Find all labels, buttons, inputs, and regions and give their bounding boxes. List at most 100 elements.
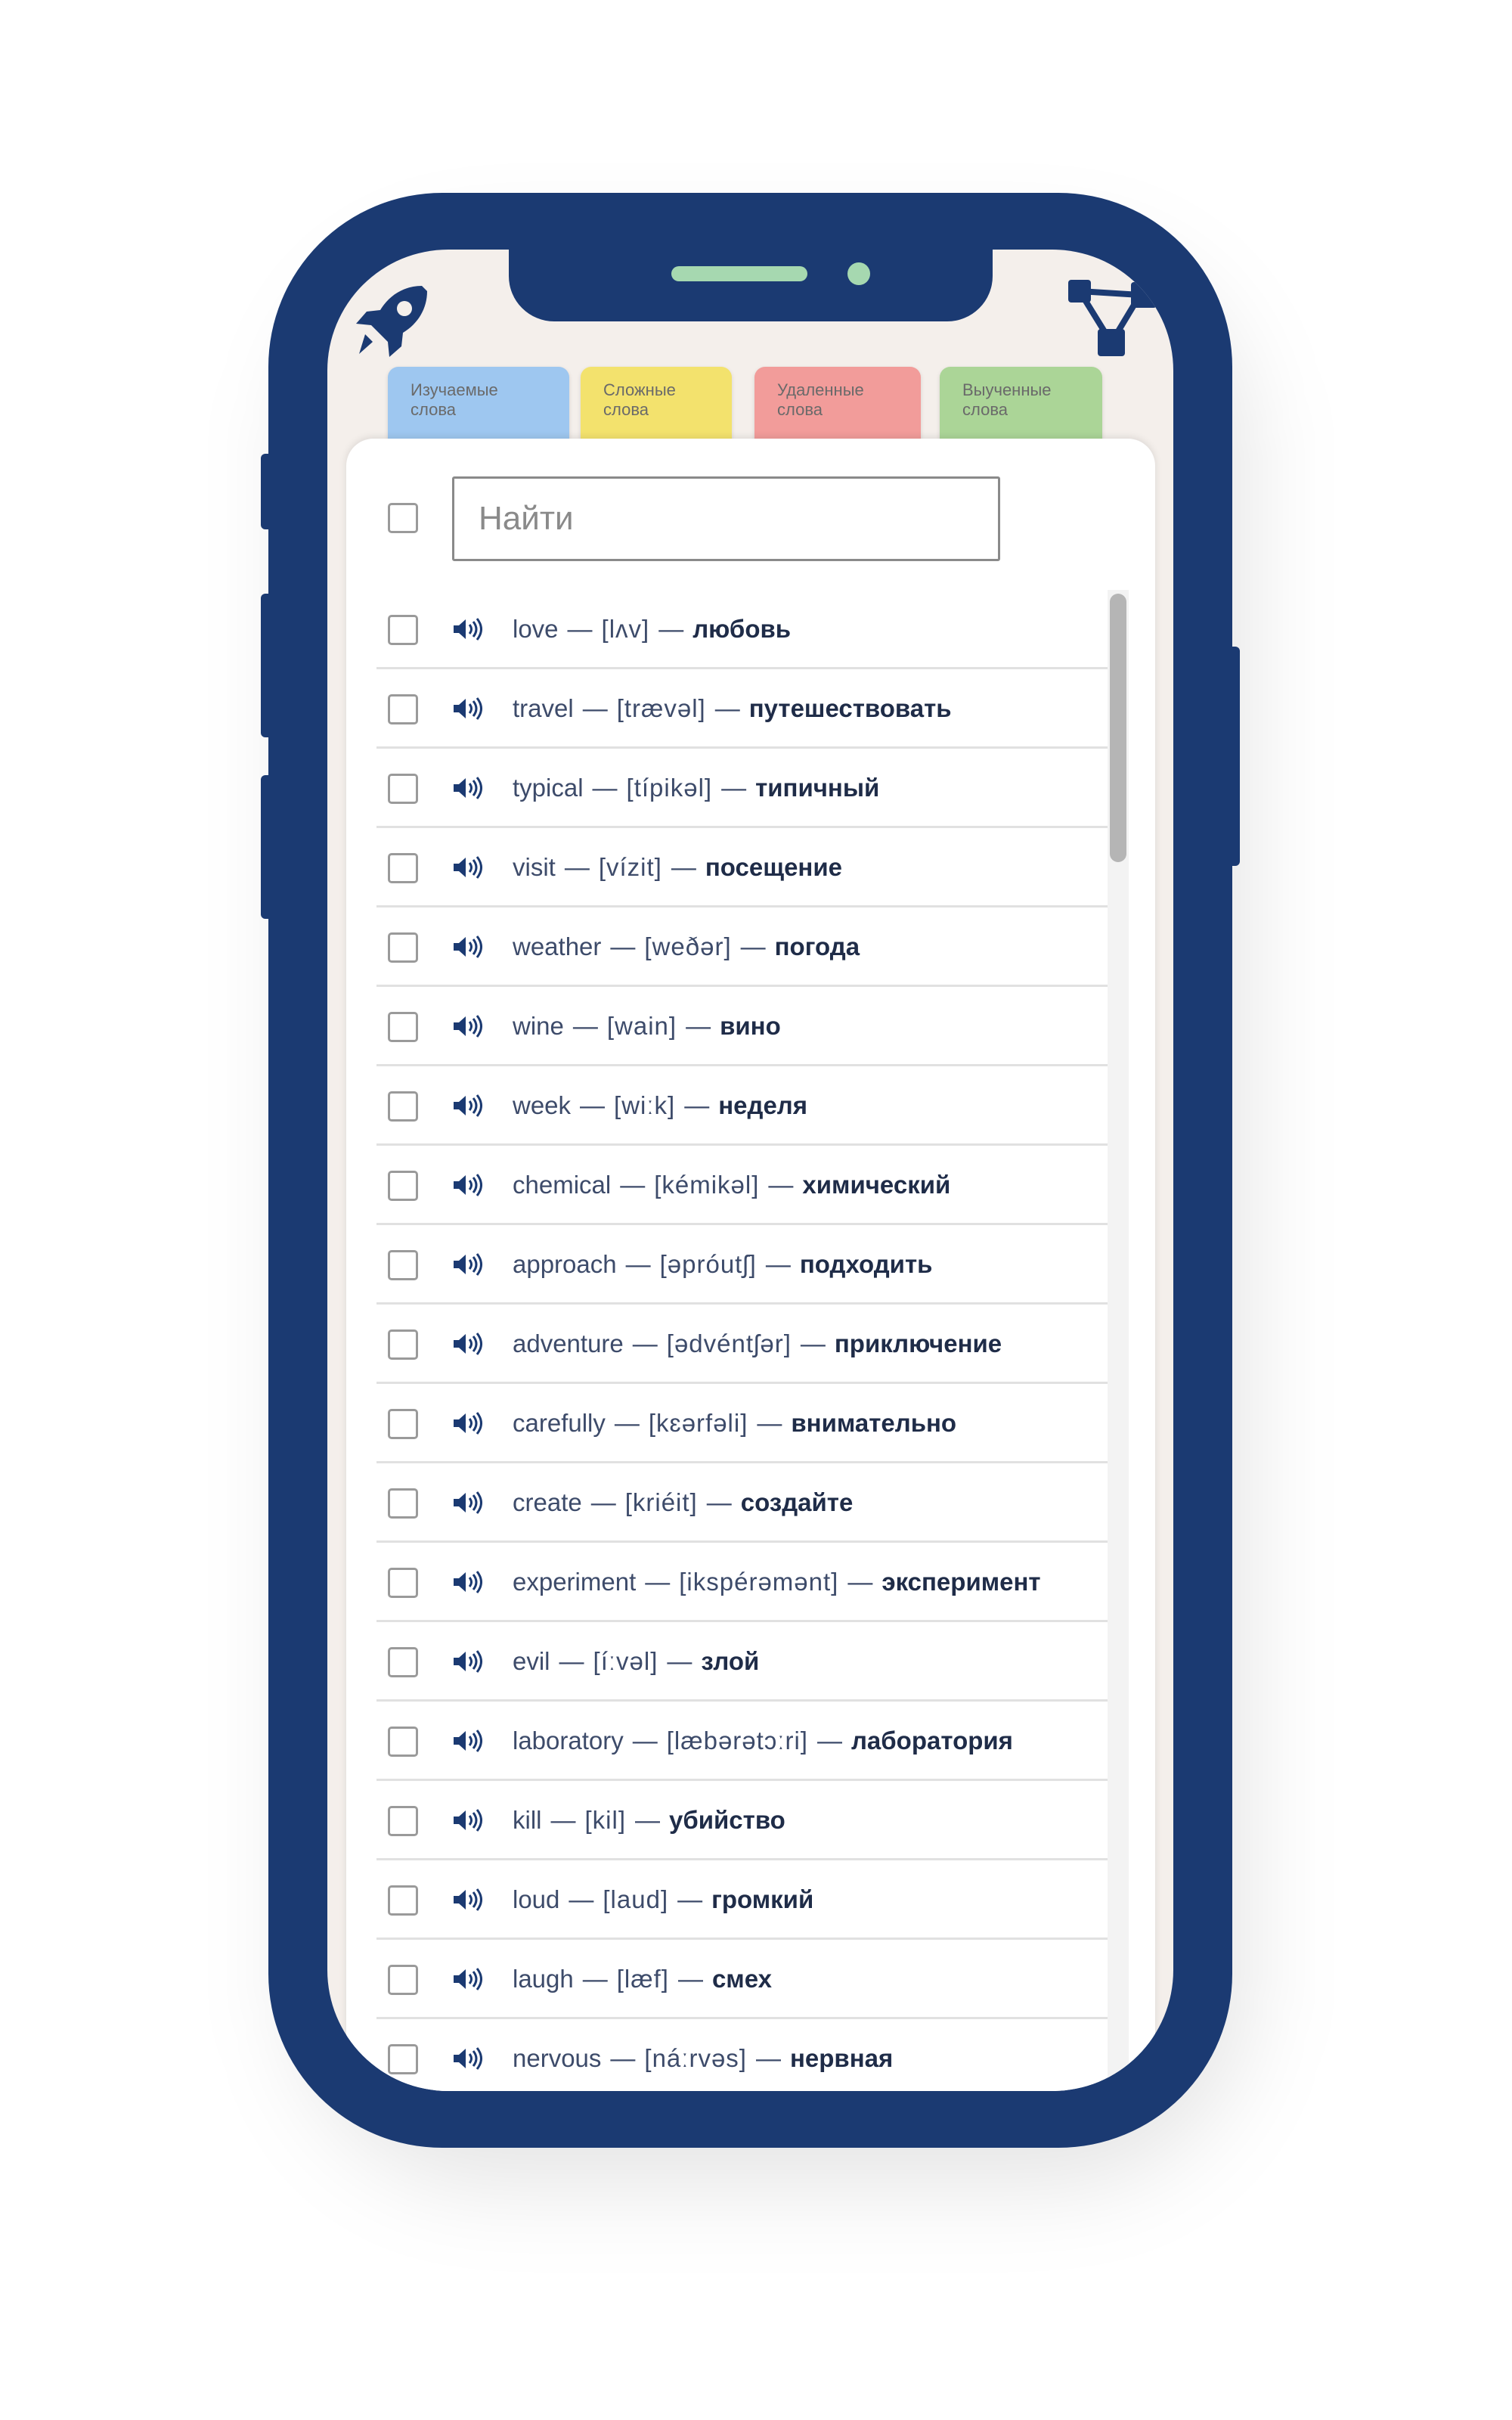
earpiece bbox=[671, 266, 807, 281]
tab-deleted-words[interactable]: Удаленные слова bbox=[754, 367, 921, 450]
dash-separator: — bbox=[757, 1409, 782, 1437]
tab-studying-words[interactable]: Изучаемые слова bbox=[388, 367, 569, 450]
word-entry: create — [kriéit] — создайте bbox=[513, 1488, 853, 1518]
notch bbox=[509, 250, 993, 321]
word-checkbox[interactable] bbox=[388, 1647, 418, 1677]
word-english: wine bbox=[513, 1012, 564, 1040]
speaker-icon[interactable] bbox=[452, 1967, 484, 1991]
speaker-icon[interactable] bbox=[452, 935, 484, 959]
speaker-icon[interactable] bbox=[452, 1094, 484, 1118]
dash-separator: — bbox=[658, 615, 684, 643]
list-item[interactable]: evil — [íːvəl] — злой bbox=[346, 1622, 1117, 1702]
word-transcription: [típikəl] bbox=[626, 774, 713, 802]
speaker-icon[interactable] bbox=[452, 1411, 484, 1435]
speaker-icon[interactable] bbox=[452, 1888, 484, 1912]
word-checkbox[interactable] bbox=[388, 1727, 418, 1757]
list-item[interactable]: weather — [weðər] — погода bbox=[346, 908, 1117, 987]
word-checkbox[interactable] bbox=[388, 615, 418, 645]
word-english: week bbox=[513, 1091, 572, 1119]
word-checkbox[interactable] bbox=[388, 932, 418, 963]
scrollbar-thumb[interactable] bbox=[1110, 594, 1126, 862]
dash-separator: — bbox=[645, 1568, 671, 1596]
speaker-icon[interactable] bbox=[452, 1173, 484, 1197]
word-entry: travel — [trævəl] — путешествовать bbox=[513, 693, 952, 724]
word-checkbox[interactable] bbox=[388, 1250, 418, 1280]
list-item[interactable]: experiment — [ikspérəmənt] — эксперимент bbox=[346, 1543, 1117, 1622]
list-item[interactable]: adventure — [ədvéntʃər] — приключение bbox=[346, 1305, 1117, 1384]
dash-separator: — bbox=[765, 1250, 791, 1278]
dash-separator: — bbox=[677, 1885, 703, 1913]
speaker-icon[interactable] bbox=[452, 1570, 484, 1594]
list-item[interactable]: week — [wiːk] — неделя bbox=[346, 1066, 1117, 1146]
word-checkbox[interactable] bbox=[388, 1012, 418, 1042]
list-item[interactable]: kill — [kil] — убийство bbox=[346, 1781, 1117, 1860]
word-checkbox[interactable] bbox=[388, 774, 418, 804]
word-checkbox[interactable] bbox=[388, 1568, 418, 1598]
speaker-icon[interactable] bbox=[452, 1649, 484, 1674]
word-translation: типичный bbox=[755, 774, 880, 802]
front-camera bbox=[847, 262, 870, 285]
speaker-icon[interactable] bbox=[452, 617, 484, 641]
list-item[interactable]: chemical — [kémikəl] — химический bbox=[346, 1146, 1117, 1225]
word-translation: создайте bbox=[740, 1488, 854, 1516]
speaker-icon[interactable] bbox=[452, 776, 484, 800]
word-english: travel bbox=[513, 694, 574, 722]
word-transcription: [læf] bbox=[616, 1965, 669, 1993]
word-transcription: [læbərətɔːri] bbox=[666, 1727, 808, 1754]
select-all-checkbox[interactable] bbox=[388, 503, 418, 533]
word-translation: приключение bbox=[834, 1329, 1002, 1357]
word-checkbox[interactable] bbox=[388, 694, 418, 724]
tab-label: Изучаемые слова bbox=[411, 380, 498, 419]
speaker-icon[interactable] bbox=[452, 1252, 484, 1277]
search-input[interactable] bbox=[452, 476, 1000, 561]
list-item[interactable]: carefully — [kɛərfəli] — внимательно bbox=[346, 1384, 1117, 1463]
word-english: laugh bbox=[513, 1965, 574, 1993]
list-item[interactable]: visit — [vízit] — посещение bbox=[346, 828, 1117, 908]
speaker-icon[interactable] bbox=[452, 1332, 484, 1356]
word-english: carefully bbox=[513, 1409, 606, 1437]
speaker-icon[interactable] bbox=[452, 1491, 484, 1515]
speaker-icon[interactable] bbox=[452, 697, 484, 721]
list-item[interactable]: create — [kriéit] — создайте bbox=[346, 1463, 1117, 1543]
speaker-icon[interactable] bbox=[452, 1808, 484, 1832]
share-icon[interactable] bbox=[1064, 276, 1163, 359]
dash-separator: — bbox=[567, 615, 593, 643]
tab-learned-words[interactable]: Выученные слова bbox=[940, 367, 1102, 450]
list-item[interactable]: travel — [trævəl] — путешествовать bbox=[346, 669, 1117, 749]
word-checkbox[interactable] bbox=[388, 1091, 418, 1122]
word-checkbox[interactable] bbox=[388, 1965, 418, 1995]
word-checkbox[interactable] bbox=[388, 1171, 418, 1201]
dash-separator: — bbox=[816, 1727, 842, 1754]
word-entry: laboratory — [læbərətɔːri] — лаборатория bbox=[513, 1726, 1013, 1756]
word-checkbox[interactable] bbox=[388, 1409, 418, 1439]
list-item[interactable]: approach — [əpróutʃ] — подходить bbox=[346, 1225, 1117, 1305]
tab-difficult-words[interactable]: Сложные слова bbox=[581, 367, 732, 450]
word-entry: week — [wiːk] — неделя bbox=[513, 1091, 807, 1121]
speaker-icon[interactable] bbox=[452, 1014, 484, 1038]
speaker-icon[interactable] bbox=[452, 2046, 484, 2071]
list-item[interactable]: typical — [típikəl] — типичный bbox=[346, 749, 1117, 828]
word-checkbox[interactable] bbox=[388, 1488, 418, 1519]
list-item[interactable]: laboratory — [læbərətɔːri] — лаборатория bbox=[346, 1702, 1117, 1781]
list-item[interactable]: love — [lʌv] — любовь bbox=[346, 590, 1117, 669]
word-transcription: [íːvəl] bbox=[593, 1647, 658, 1675]
dash-separator: — bbox=[800, 1329, 826, 1357]
list-item[interactable]: laugh — [læf] — смех bbox=[346, 1940, 1117, 2019]
word-checkbox[interactable] bbox=[388, 1329, 418, 1360]
list-item[interactable]: wine — [wain] — вино bbox=[346, 987, 1117, 1066]
phone-screen: Изучаемые слова Сложные слова Удаленные … bbox=[327, 250, 1173, 2091]
rocket-icon[interactable] bbox=[350, 280, 433, 363]
word-checkbox[interactable] bbox=[388, 1806, 418, 1836]
dash-separator: — bbox=[590, 1488, 616, 1516]
list-item[interactable]: nervous — [náːrvəs] — нервная bbox=[346, 2019, 1102, 2091]
dash-separator: — bbox=[620, 1171, 646, 1199]
word-checkbox[interactable] bbox=[388, 2044, 418, 2074]
speaker-icon[interactable] bbox=[452, 1729, 484, 1753]
dash-separator: — bbox=[564, 853, 590, 881]
speaker-icon[interactable] bbox=[452, 855, 484, 880]
word-checkbox[interactable] bbox=[388, 853, 418, 883]
dash-separator: — bbox=[572, 1012, 598, 1040]
word-checkbox[interactable] bbox=[388, 1885, 418, 1916]
list-item[interactable]: loud — [laud] — громкий bbox=[346, 1860, 1117, 1940]
word-translation: убийство bbox=[669, 1806, 785, 1834]
